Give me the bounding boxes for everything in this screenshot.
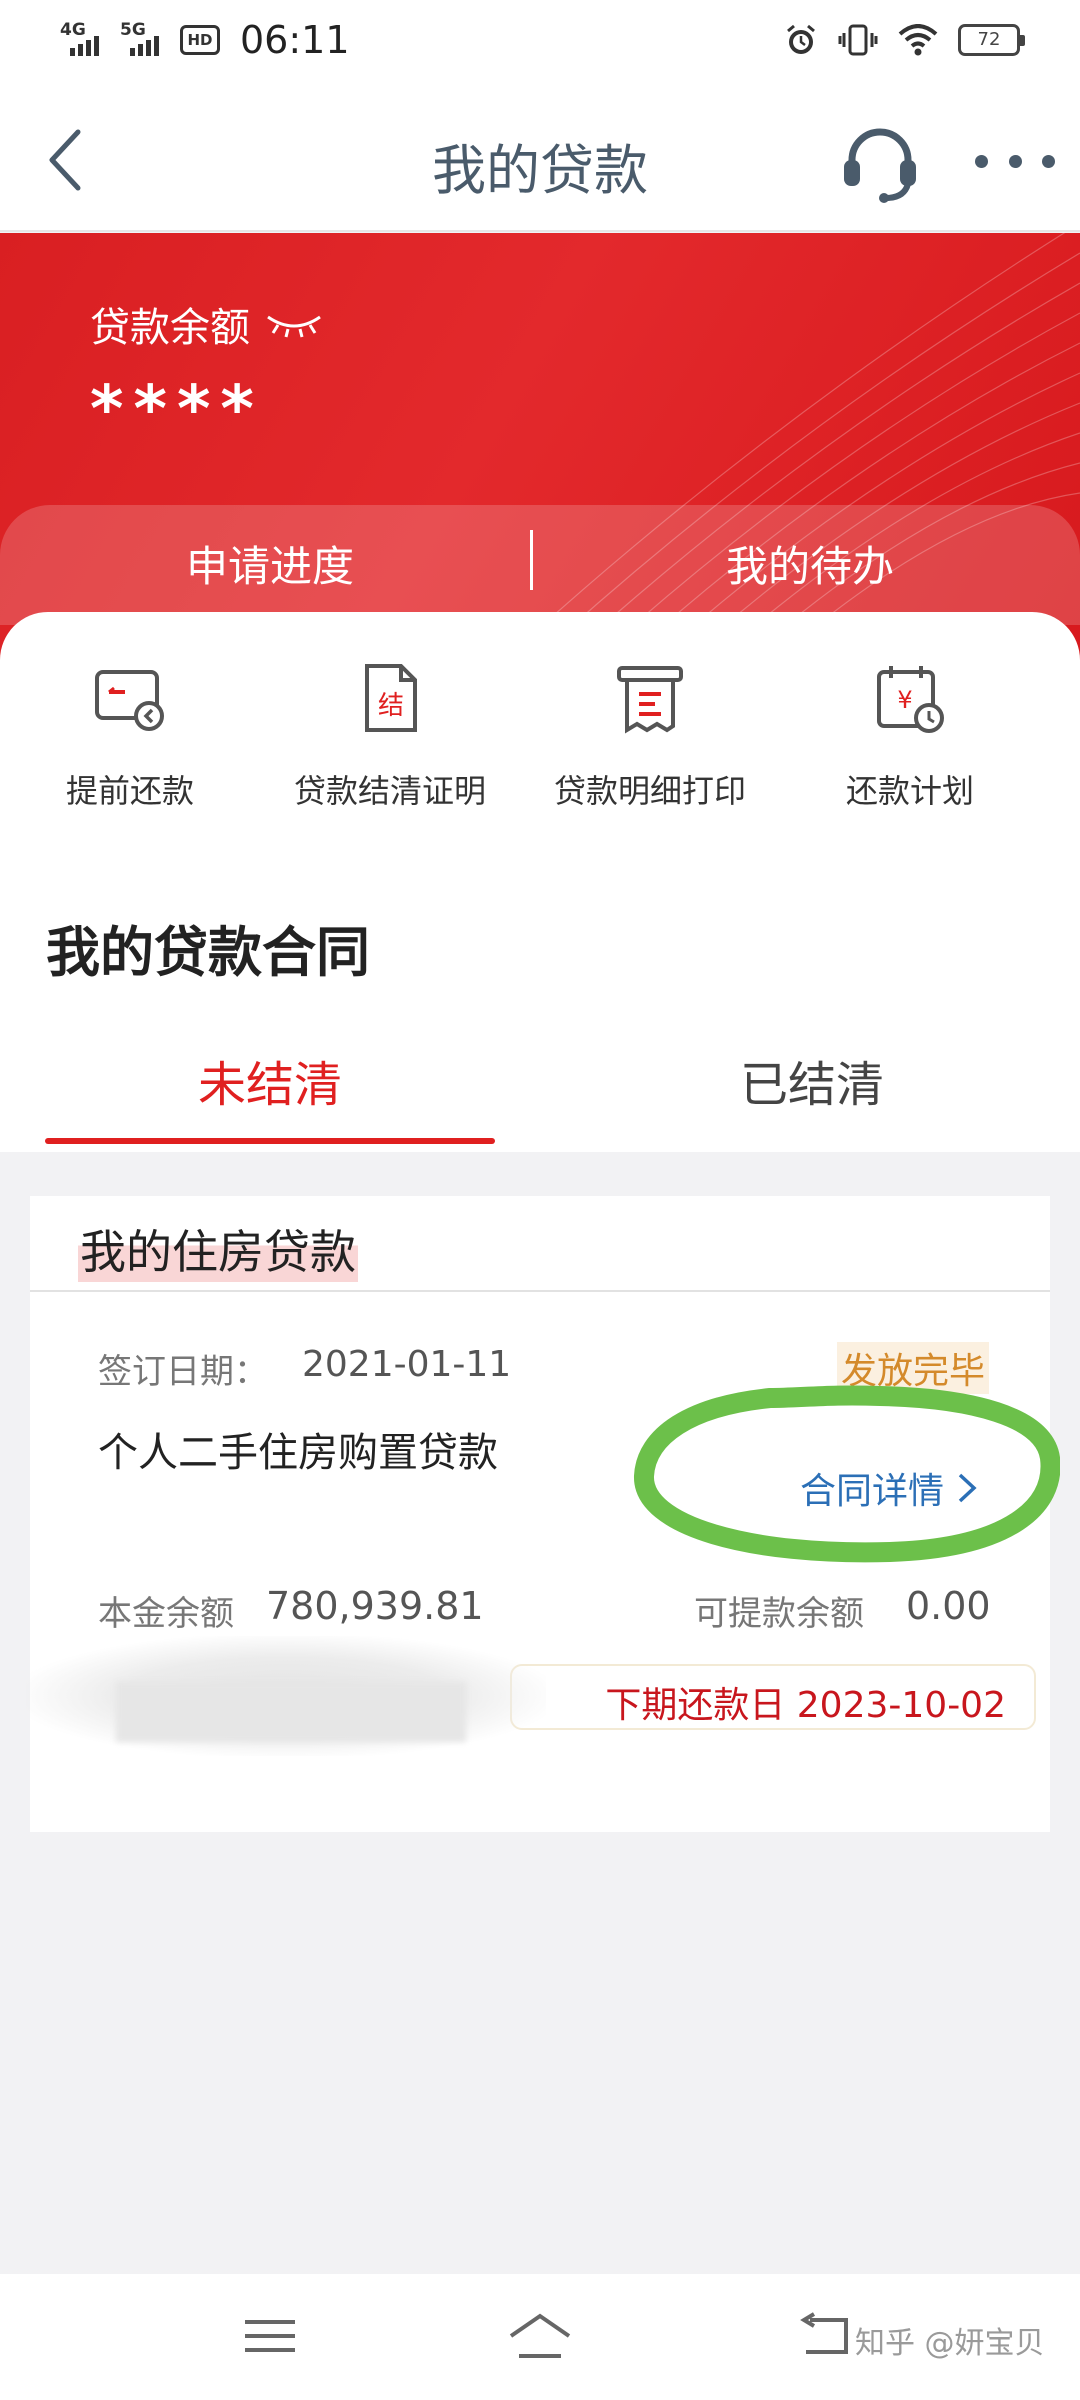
available-balance-label: 可提款余额 — [694, 1594, 864, 1634]
balance-value: **** — [90, 373, 264, 447]
battery-icon: 72 — [958, 24, 1025, 56]
signal-4g-icon: 4G — [60, 20, 106, 60]
next-payment-badge: 下期还款日 2023-10-02 — [510, 1664, 1036, 1730]
sign-date-label: 签订日期： — [98, 1352, 268, 1392]
banner-tabs: 申请进度 我的待办 — [0, 505, 1080, 625]
balance-label-text: 贷款余额 — [90, 305, 250, 351]
repayment-calendar-icon: ¥ — [877, 666, 944, 733]
tab-settled[interactable]: 已结清 — [740, 1045, 884, 1115]
section-title: 我的贷款合同 — [46, 921, 370, 984]
principal-value: 780,939.81 — [266, 1584, 484, 1628]
customer-service-headset-icon[interactable] — [838, 120, 922, 204]
svg-text:¥: ¥ — [897, 686, 912, 714]
repayment-plan-button[interactable]: ¥ 还款计划 — [780, 662, 1040, 812]
prepay-button[interactable]: 提前还款 — [0, 662, 260, 812]
loan-product-name: 个人二手住房购置贷款 — [98, 1430, 498, 1476]
prepay-label: 提前还款 — [65, 772, 194, 810]
watermark: 知乎 @妍宝贝 — [855, 2326, 1045, 2361]
vibrate-icon — [838, 24, 878, 56]
print-detail-label: 贷款明细打印 — [553, 772, 746, 810]
contract-detail-label: 合同详情 — [800, 1471, 945, 1512]
status-time: 06:11 — [240, 18, 350, 62]
status-bar: 4G 5G HD 06:11 72 — [0, 0, 1080, 80]
active-tab-indicator — [45, 1138, 495, 1144]
contract-tabs: 未结清 已结清 — [0, 1020, 1080, 1150]
sign-date-value: 2021-01-11 — [302, 1344, 512, 1385]
next-payment-text: 下期还款日 2023-10-02 — [605, 1685, 1006, 1726]
settlement-certificate-label: 贷款结清证明 — [293, 772, 486, 810]
available-balance-value: 0.00 — [906, 1584, 991, 1628]
principal-label: 本金余额 — [98, 1594, 234, 1634]
banner-tab-divider — [530, 530, 533, 590]
balance-label: 贷款余额 — [90, 295, 324, 353]
chevron-right-icon — [958, 1473, 977, 1503]
home-icon[interactable] — [505, 2308, 575, 2364]
card-title: 我的住房贷款 — [78, 1216, 358, 1282]
alarm-icon — [787, 24, 815, 54]
loan-contract-card[interactable]: 我的住房贷款 签订日期： 2021-01-11 发放完毕 个人二手住房购置贷款 … — [26, 1196, 1060, 1832]
print-detail-button[interactable]: 贷款明细打印 — [520, 662, 780, 812]
menu-icon[interactable] — [235, 2308, 305, 2364]
nav-bar: 我的贷款 — [0, 80, 1080, 232]
eye-closed-icon[interactable] — [264, 309, 324, 339]
back-icon[interactable] — [790, 2308, 860, 2364]
svg-text:结: 结 — [378, 691, 404, 721]
tab-my-todo[interactable]: 我的待办 — [540, 505, 1080, 625]
prepay-icon — [95, 670, 164, 731]
contract-detail-link[interactable]: 合同详情 — [800, 1462, 978, 1514]
tab-application-progress[interactable]: 申请进度 — [0, 505, 540, 625]
card-header: 我的住房贷款 — [30, 1196, 1050, 1292]
wifi-icon — [898, 24, 938, 56]
print-receipt-icon — [617, 666, 683, 734]
signal-5g-icon: 5G — [120, 20, 166, 60]
hd-call-icon: HD — [180, 25, 220, 55]
settlement-certificate-icon: 结 — [365, 664, 417, 732]
more-options-icon[interactable] — [975, 138, 1055, 184]
tab-unsettled[interactable]: 未结清 — [198, 1045, 342, 1115]
settlement-certificate-button[interactable]: 结 贷款结清证明 — [260, 662, 520, 812]
blurred-redaction-bar — [116, 1682, 466, 1742]
repayment-plan-label: 还款计划 — [845, 772, 974, 810]
